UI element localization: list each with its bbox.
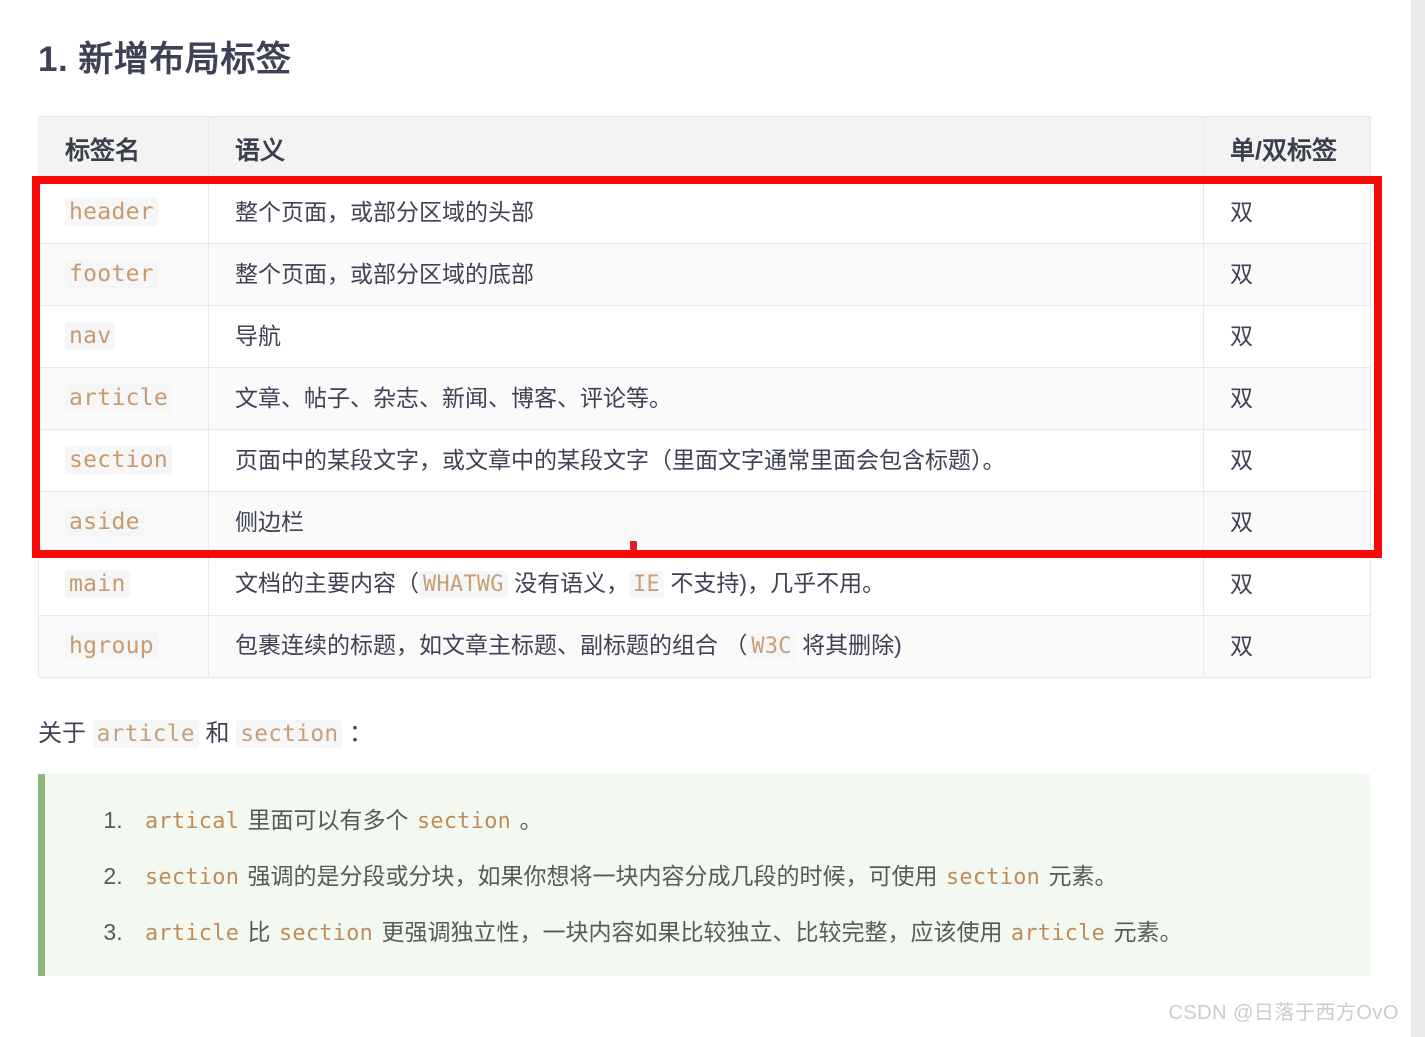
layout-tags-table: 标签名 语义 单/双标签 header 整个页面，或部分区域的头部双 footer 整… — [38, 115, 1371, 678]
document-content: 1. 新增布局标签 标签名 语义 单/双标签 header 整个页面，或部分区域的… — [0, 0, 1405, 976]
table-row: footer 整个页面，或部分区域的底部双 — [38, 242, 1371, 306]
tag-name-code: aside — [65, 508, 144, 537]
cell-semantics: 侧边栏 — [208, 490, 1204, 554]
table-row: section 页面中的某段文字，或文章中的某段文字（里面文字通常里面会包含标题）… — [38, 428, 1371, 492]
column-header-semantics: 语义 — [208, 115, 1204, 182]
cell-semantics: 整个页面，或部分区域的底部 — [208, 242, 1204, 306]
inline-code: article — [92, 719, 199, 748]
tag-name-code: article — [65, 384, 173, 413]
table-row: hgroup 包裹连续的标题，如文章主标题、副标题的组合 （W3C 将其删除) 双 — [38, 614, 1371, 678]
inline-code: section — [945, 864, 1041, 890]
document-page: 1. 新增布局标签 标签名 语义 单/双标签 header 整个页面，或部分区域的… — [0, 0, 1425, 1037]
cell-tag-name: hgroup — [38, 614, 209, 678]
inline-code: article — [145, 920, 240, 946]
cell-tag-name: article — [38, 366, 209, 430]
inline-code: section — [236, 719, 343, 748]
table-row: header 整个页面，或部分区域的头部双 — [38, 180, 1371, 244]
tag-name-code: header — [65, 198, 158, 227]
vertical-scrollbar-track[interactable] — [1411, 0, 1425, 1037]
inline-code: W3C — [747, 633, 796, 661]
table-head: 标签名 语义 单/双标签 — [38, 115, 1371, 182]
inline-code: section — [416, 808, 512, 834]
table-row: aside 侧边栏双 — [38, 490, 1371, 554]
cell-tag-type: 双 — [1203, 552, 1371, 616]
cell-tag-name: main — [38, 552, 209, 616]
cell-tag-name: header — [38, 180, 209, 244]
table-row: nav 导航双 — [38, 304, 1371, 368]
tag-name-code: section — [65, 446, 173, 475]
red-dot-marker — [630, 541, 637, 551]
cell-tag-type: 双 — [1203, 614, 1371, 678]
note-list-item: section 强调的是分段或分块，如果你想将一块内容分成几段的时候，可使用 s… — [129, 858, 1360, 896]
note-list-item: artical 里面可以有多个 section 。 — [129, 802, 1360, 840]
inline-code: artical — [145, 808, 240, 834]
about-article-section-text: 关于 article 和 section ： — [38, 719, 374, 748]
cell-tag-type: 双 — [1203, 304, 1371, 368]
cell-semantics: 整个页面，或部分区域的头部 — [208, 180, 1204, 244]
column-header-tag-type: 单/双标签 — [1203, 115, 1371, 182]
cell-tag-name: section — [38, 428, 209, 492]
green-note-callout: artical 里面可以有多个 section 。 section 强调的是分段或… — [38, 773, 1370, 976]
inline-code: article — [1010, 920, 1106, 946]
cell-tag-type: 双 — [1203, 366, 1371, 430]
cell-tag-type: 双 — [1203, 180, 1371, 244]
note-list-item: article 比 section 更强调独立性，一块内容如果比较独立、比较完整… — [129, 914, 1360, 952]
cell-semantics: 包裹连续的标题，如文章主标题、副标题的组合 （W3C 将其删除) — [208, 614, 1204, 678]
tag-name-code: hgroup — [65, 632, 158, 661]
table-body: header 整个页面，或部分区域的头部双 footer 整个页面，或部分区域的底部双… — [38, 180, 1371, 678]
note-ordered-list: artical 里面可以有多个 section 。 section 强调的是分段或… — [55, 802, 1360, 952]
cell-semantics: 文档的主要内容（ WHATWG 没有语义， IE 不支持)，几乎不用。 — [208, 552, 1204, 616]
table-row: main 文档的主要内容（ WHATWG 没有语义， IE 不支持)，几乎不用。双 — [38, 552, 1371, 616]
inline-code: section — [145, 864, 240, 890]
cell-semantics: 页面中的某段文字，或文章中的某段文字（里面文字通常里面会包含标题）。 — [208, 428, 1204, 492]
cell-semantics: 文章、帖子、杂志、新闻、博客、评论等。 — [208, 366, 1204, 430]
cell-tag-type: 双 — [1203, 490, 1371, 554]
tags-table-wrapper: 标签名 语义 单/双标签 header 整个页面，或部分区域的头部双 footer 整… — [32, 115, 1382, 678]
column-header-tag-name: 标签名 — [38, 115, 209, 182]
tag-name-code: nav — [65, 322, 116, 351]
page-title: 1. 新增布局标签 — [38, 40, 292, 79]
cell-tag-type: 双 — [1203, 428, 1371, 492]
inline-code: WHATWG — [419, 571, 508, 599]
cell-tag-type: 双 — [1203, 242, 1371, 306]
csdn-watermark: CSDN @日落于西方OvO — [1168, 1002, 1399, 1024]
cell-tag-name: nav — [38, 304, 209, 368]
tag-name-code: main — [65, 570, 130, 599]
table-row: article 文章、帖子、杂志、新闻、博客、评论等。双 — [38, 366, 1371, 430]
cell-semantics: 导航 — [208, 304, 1204, 368]
cell-tag-name: aside — [38, 490, 209, 554]
inline-code: IE — [629, 571, 665, 599]
tag-name-code: footer — [65, 260, 158, 289]
cell-tag-name: footer — [38, 242, 209, 306]
inline-code: section — [278, 920, 374, 946]
table-header-row: 标签名 语义 单/双标签 — [38, 115, 1371, 182]
